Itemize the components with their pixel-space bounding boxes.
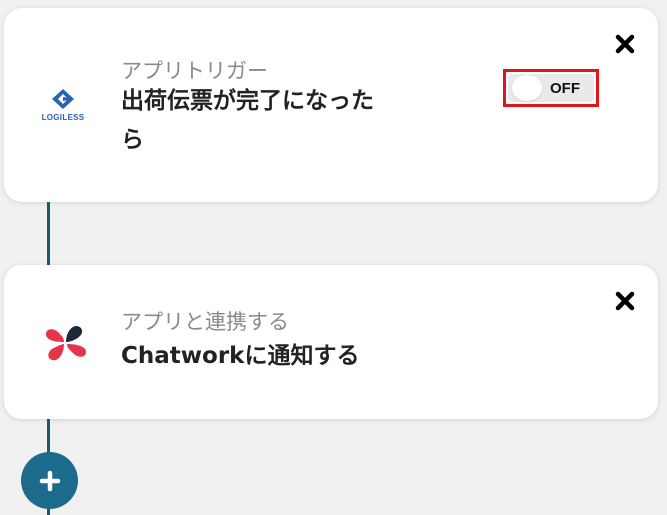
action-title: Chatworkに通知する xyxy=(121,343,360,369)
logiless-logo: LOGILESS xyxy=(36,89,90,122)
trigger-category: アプリトリガー xyxy=(121,59,268,83)
close-icon xyxy=(614,290,636,312)
trigger-toggle-switch[interactable]: OFF xyxy=(508,74,594,102)
action-close-button[interactable] xyxy=(614,290,636,312)
flow-canvas: LOGILESS アプリトリガー 出荷伝票が完了になったら OFF アプリと連携… xyxy=(0,0,667,515)
action-card[interactable]: アプリと連携する Chatworkに通知する xyxy=(4,265,658,419)
close-icon xyxy=(614,33,636,55)
flow-connector xyxy=(47,200,50,268)
action-category: アプリと連携する xyxy=(121,310,289,334)
logiless-wordmark: LOGILESS xyxy=(41,113,85,122)
plus-icon xyxy=(39,470,61,492)
logiless-logo-icon xyxy=(52,89,74,109)
toggle-state-label: OFF xyxy=(550,80,580,97)
trigger-card[interactable]: LOGILESS アプリトリガー 出荷伝票が完了になったら OFF xyxy=(4,8,658,202)
chatwork-logo xyxy=(42,320,90,368)
toggle-highlight-box: OFF xyxy=(503,69,599,107)
trigger-title: 出荷伝票が完了になったら xyxy=(121,88,374,153)
add-step-button[interactable] xyxy=(21,452,78,509)
chatwork-logo-icon xyxy=(42,320,90,372)
toggle-knob xyxy=(512,75,542,101)
trigger-close-button[interactable] xyxy=(614,33,636,55)
